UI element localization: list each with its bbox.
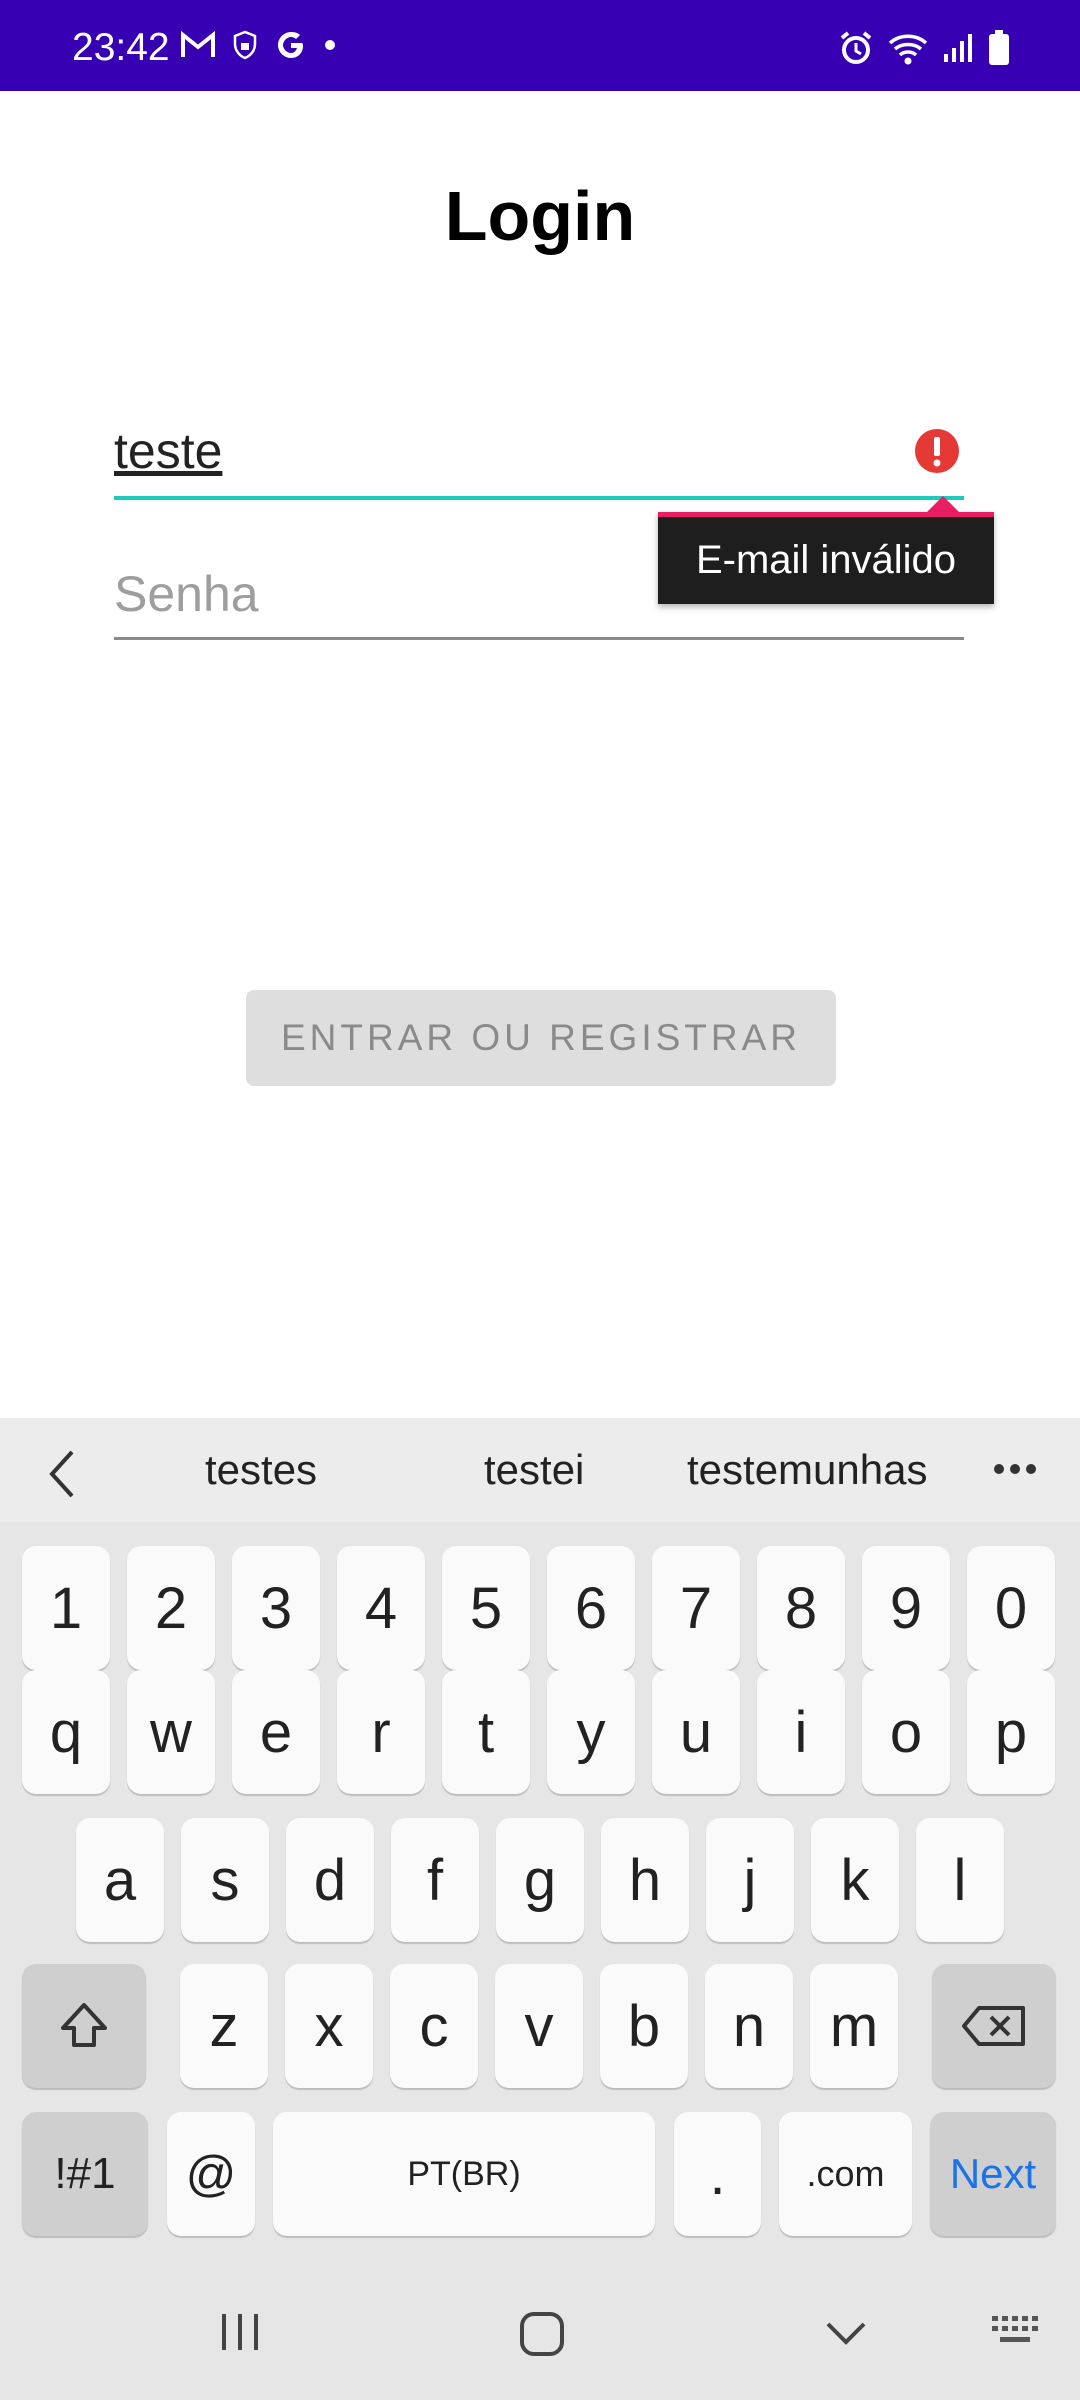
home-icon <box>520 2312 564 2356</box>
wifi-icon <box>888 31 928 65</box>
suggestion-3[interactable]: testemunhas <box>687 1446 927 1494</box>
space-key[interactable]: PT(BR) <box>273 2112 655 2236</box>
status-time: 23:42 <box>72 26 170 69</box>
chevron-left-icon[interactable] <box>42 1446 82 1507</box>
letter-key-o[interactable]: o <box>862 1670 950 1794</box>
status-bar: 23:42 <box>0 0 1080 91</box>
number-key-2[interactable]: 2 <box>127 1546 215 1670</box>
letter-key-c[interactable]: c <box>390 1964 478 2088</box>
suggestion-2[interactable]: testei <box>484 1446 584 1494</box>
navigation-bar <box>0 2290 1080 2400</box>
keyboard-switch-button[interactable] <box>990 2310 1042 2350</box>
next-key[interactable]: Next <box>930 2112 1056 2236</box>
number-key-5[interactable]: 5 <box>442 1546 530 1670</box>
shift-key[interactable] <box>22 1964 146 2088</box>
letter-key-u[interactable]: u <box>652 1670 740 1794</box>
chevron-down-icon <box>826 2322 866 2345</box>
error-icon <box>914 428 960 479</box>
suggestion-1[interactable]: testes <box>205 1446 317 1494</box>
number-key-6[interactable]: 6 <box>547 1546 635 1670</box>
letter-key-p[interactable]: p <box>967 1670 1055 1794</box>
letter-key-h[interactable]: h <box>601 1818 689 1942</box>
recent-apps-button[interactable] <box>218 2310 262 2354</box>
dotcom-key[interactable]: .com <box>779 2112 912 2236</box>
letter-key-j[interactable]: j <box>706 1818 794 1942</box>
shift-icon <box>61 2003 107 2047</box>
letter-key-t[interactable]: t <box>442 1670 530 1794</box>
letter-key-s[interactable]: s <box>181 1818 269 1942</box>
at-key[interactable]: @ <box>167 2112 255 2236</box>
letter-key-i[interactable]: i <box>757 1670 845 1794</box>
backspace-key[interactable] <box>932 1964 1056 2088</box>
number-key-1[interactable]: 1 <box>22 1546 110 1670</box>
letter-key-e[interactable]: e <box>232 1670 320 1794</box>
letter-key-n[interactable]: n <box>705 1964 793 2088</box>
letter-key-b[interactable]: b <box>600 1964 688 2088</box>
alarm-icon <box>838 30 874 66</box>
keyboard-icon <box>992 2316 1038 2342</box>
letter-key-x[interactable]: x <box>285 1964 373 2088</box>
letter-key-k[interactable]: k <box>811 1818 899 1942</box>
number-key-0[interactable]: 0 <box>967 1546 1055 1670</box>
google-icon <box>274 28 308 62</box>
number-key-7[interactable]: 7 <box>652 1546 740 1670</box>
vpn-shield-icon <box>232 30 258 60</box>
letter-key-f[interactable]: f <box>391 1818 479 1942</box>
password-field[interactable] <box>114 555 954 633</box>
letter-key-l[interactable]: l <box>916 1818 1004 1942</box>
symbols-key[interactable]: !#1 <box>22 2112 148 2236</box>
letter-key-a[interactable]: a <box>76 1818 164 1942</box>
period-key[interactable]: . <box>674 2112 761 2236</box>
password-field-container <box>114 555 964 640</box>
backspace-icon <box>962 2006 1025 2046</box>
letter-key-z[interactable]: z <box>180 1964 268 2088</box>
number-key-8[interactable]: 8 <box>757 1546 845 1670</box>
battery-icon <box>988 30 1010 66</box>
suggestion-bar: testes testei testemunhas <box>0 1418 1080 1522</box>
number-key-4[interactable]: 4 <box>337 1546 425 1670</box>
signal-icon <box>942 32 974 64</box>
letter-key-d[interactable]: d <box>286 1818 374 1942</box>
number-key-9[interactable]: 9 <box>862 1546 950 1670</box>
email-field-container <box>114 410 964 500</box>
dot-icon <box>324 39 336 51</box>
number-key-3[interactable]: 3 <box>232 1546 320 1670</box>
system-icons <box>838 30 1010 66</box>
letter-key-r[interactable]: r <box>337 1670 425 1794</box>
letter-key-v[interactable]: v <box>495 1964 583 2088</box>
letter-key-m[interactable]: m <box>810 1964 898 2088</box>
more-options-icon[interactable] <box>992 1462 1038 1481</box>
gmail-icon <box>180 30 216 60</box>
hide-keyboard-button[interactable] <box>822 2310 870 2358</box>
recent-apps-icon <box>222 2314 258 2350</box>
home-button[interactable] <box>518 2310 566 2358</box>
login-register-button[interactable]: ENTRAR OU REGISTRAR <box>246 990 836 1086</box>
page-title: Login <box>444 177 636 255</box>
letter-key-g[interactable]: g <box>496 1818 584 1942</box>
letter-key-w[interactable]: w <box>127 1670 215 1794</box>
letter-key-q[interactable]: q <box>22 1670 110 1794</box>
letter-key-y[interactable]: y <box>547 1670 635 1794</box>
notification-icons <box>180 28 336 62</box>
email-field[interactable] <box>114 410 874 492</box>
soft-keyboard: testes testei testemunhas !#1 @ PT(BR) .… <box>0 1418 1080 2400</box>
